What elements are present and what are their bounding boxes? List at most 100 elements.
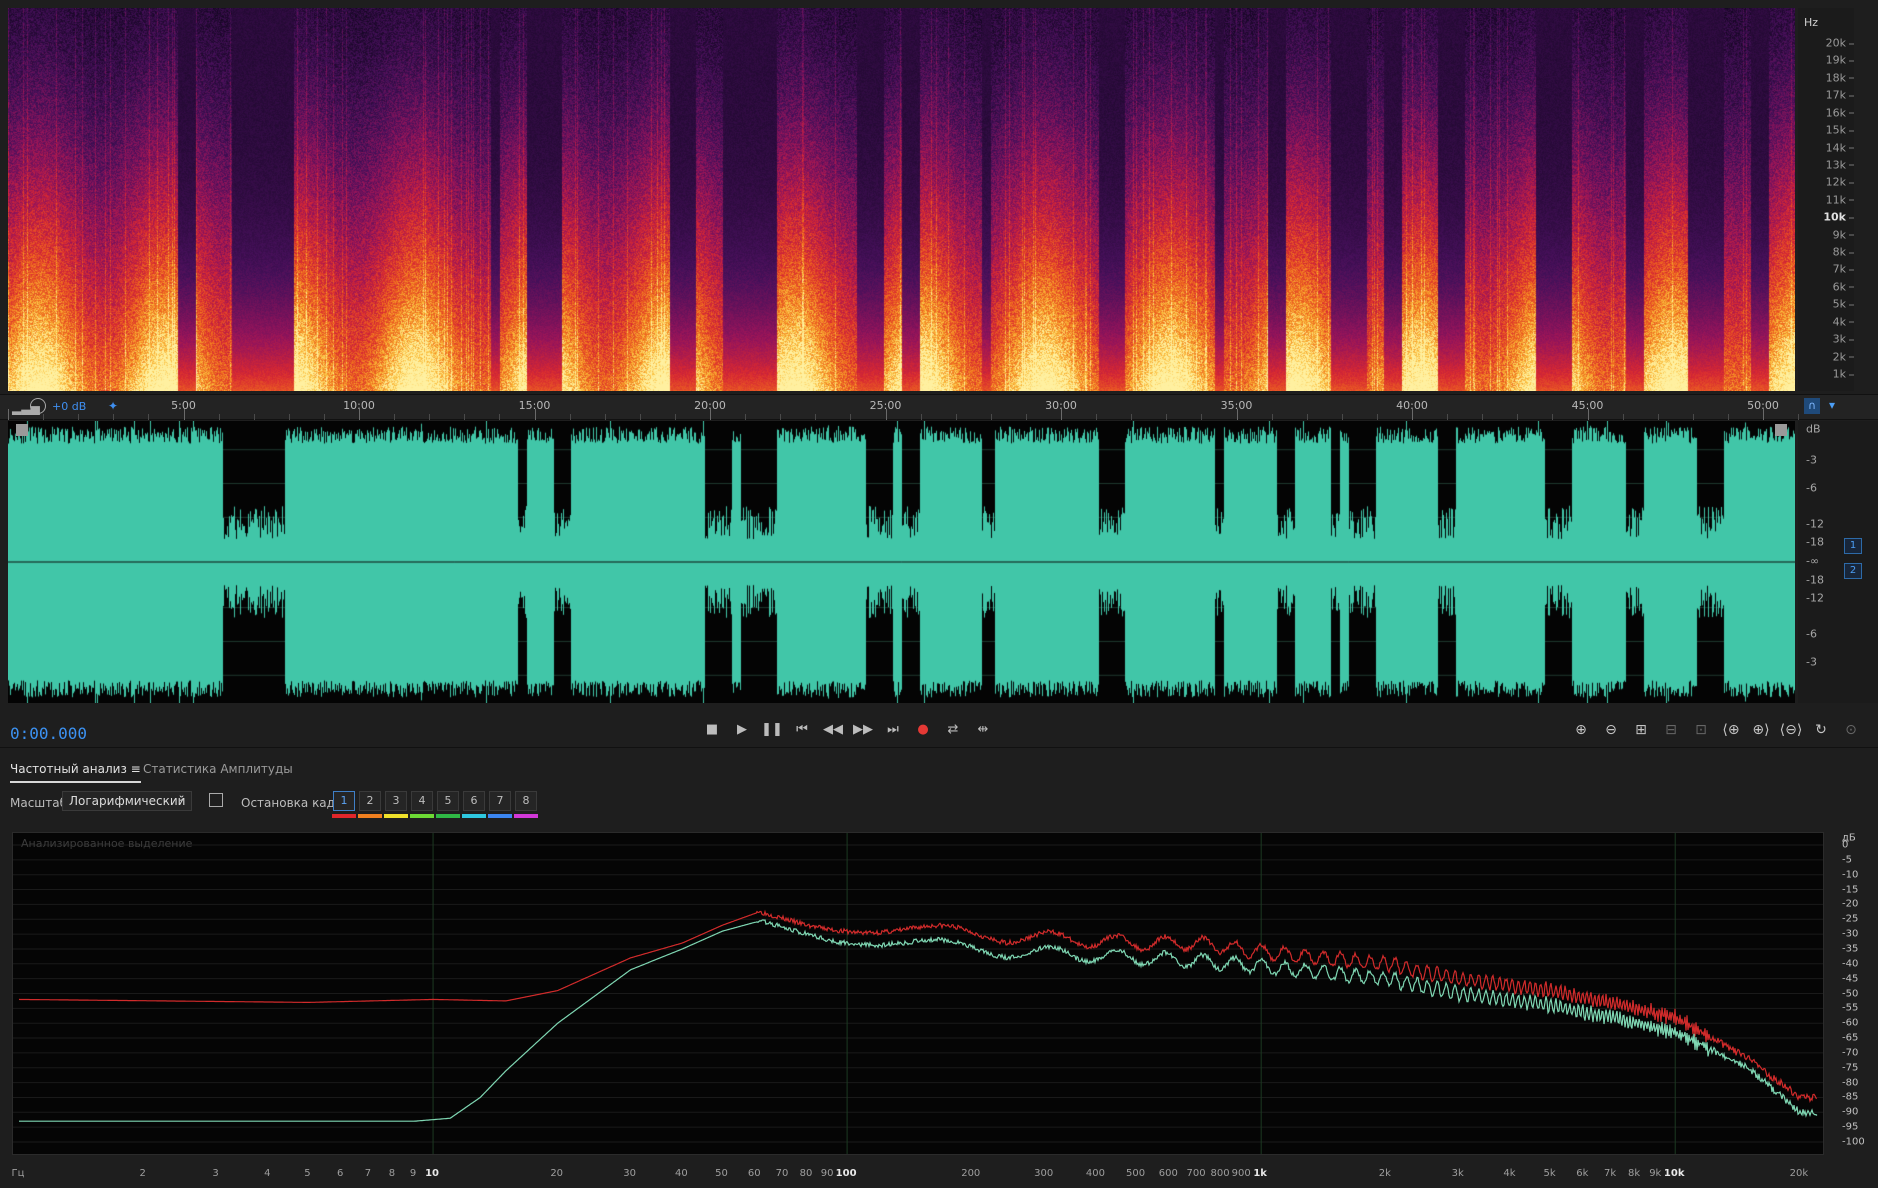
gain-value[interactable]: +0 dB bbox=[52, 400, 86, 413]
amplitude-tick: -12 bbox=[1806, 517, 1824, 531]
freeze-frame-button[interactable]: 8 bbox=[515, 791, 537, 811]
freeze-frame-button[interactable]: 5 bbox=[437, 791, 459, 811]
tab-frequency-analysis[interactable]: Частотный анализ ≡ bbox=[10, 762, 141, 783]
copy-graph-icon[interactable] bbox=[209, 793, 223, 807]
timeline-tick bbox=[1376, 414, 1378, 420]
frequency-tick: 18k bbox=[1825, 71, 1855, 85]
zoom-out-amplitude-icon[interactable]: ⊖ bbox=[1598, 720, 1624, 740]
amplitude-tick: -3 bbox=[1806, 453, 1817, 467]
freeze-frame-button[interactable]: 4 bbox=[411, 791, 433, 811]
timeline-tick bbox=[1131, 414, 1133, 420]
freeze-frame-button[interactable]: 2 bbox=[359, 791, 381, 811]
db-tick: -40 bbox=[1842, 958, 1859, 970]
timeline-tick bbox=[1727, 414, 1729, 420]
freeze-frame-color-bar bbox=[332, 814, 356, 818]
marker-icon[interactable]: ▾ bbox=[1826, 398, 1838, 414]
amplitude-tick: -6 bbox=[1806, 627, 1817, 641]
pause-button[interactable]: ❚❚ bbox=[761, 720, 783, 740]
timeline-ruler[interactable]: ▂▃▅ +0 dB ✦ 5:00 10:00 15:00 20:00 25:00 30:0… bbox=[0, 394, 1878, 420]
frequency-tick: 1k bbox=[1832, 367, 1855, 381]
timeline-tick bbox=[639, 414, 641, 420]
pin-icon[interactable]: ✦ bbox=[108, 399, 118, 413]
timeline-label: 35:00 bbox=[1220, 399, 1253, 412]
db-tick: -10 bbox=[1842, 869, 1859, 881]
zoom-full-icon[interactable]: ⟨⊖⟩ bbox=[1778, 720, 1804, 740]
frequency-tick: 3k bbox=[1832, 332, 1855, 346]
go-to-end-button[interactable]: ⏭ bbox=[882, 720, 904, 740]
gain-knob-icon[interactable] bbox=[30, 398, 46, 414]
go-to-start-button[interactable]: ⏮ bbox=[791, 720, 813, 740]
current-time-display[interactable]: 0:00.000 bbox=[10, 724, 87, 743]
headphones-icon[interactable]: ∩ bbox=[1804, 398, 1820, 414]
zoom-reset-icon[interactable]: ↻ bbox=[1808, 720, 1834, 740]
amplitude-tick: -12 bbox=[1806, 591, 1824, 605]
tab-amplitude-statistics[interactable]: Статистика Амплитуды bbox=[143, 762, 293, 776]
db-tick: -45 bbox=[1842, 973, 1859, 985]
record-button[interactable]: ● bbox=[912, 720, 934, 740]
frequency-tick: 20k bbox=[1825, 36, 1855, 50]
db-tick: -25 bbox=[1842, 913, 1859, 925]
fast-forward-button[interactable]: ▶▶ bbox=[852, 720, 874, 740]
amplitude-tick: -18 bbox=[1806, 535, 1824, 549]
timeline-label: 15:00 bbox=[518, 399, 551, 412]
db-tick: 0 bbox=[1842, 839, 1849, 851]
zoom-extra-icon[interactable]: ⊙ bbox=[1838, 720, 1864, 740]
frequency-x-tick: 5 bbox=[304, 1168, 311, 1179]
db-tick: -90 bbox=[1842, 1106, 1859, 1118]
timeline-tick bbox=[113, 414, 115, 420]
freeze-frame-button[interactable]: 7 bbox=[489, 791, 511, 811]
freeze-frame-color-bar bbox=[436, 814, 460, 818]
zoom-to-selection-icon[interactable]: ⊡ bbox=[1688, 720, 1714, 740]
zoom-in-time-icon[interactable]: ⊞ bbox=[1628, 720, 1654, 740]
freeze-frame-button[interactable]: 1 bbox=[333, 791, 355, 811]
amplitude-tick: -∞ bbox=[1806, 554, 1820, 568]
timeline-tick bbox=[1201, 414, 1203, 420]
timeline-tick bbox=[1692, 414, 1694, 420]
spectrogram-view[interactable] bbox=[8, 8, 1795, 391]
frequency-x-tick: 7 bbox=[364, 1168, 372, 1179]
panel-menu-icon[interactable]: ≡ bbox=[131, 762, 141, 776]
frequency-tick: 5k bbox=[1832, 297, 1855, 311]
frequency-tick: 14k bbox=[1825, 141, 1855, 155]
spectrum-series-2 bbox=[19, 919, 1818, 1122]
frequency-x-tick: 300 bbox=[1034, 1168, 1054, 1179]
frequency-x-tick: 3 bbox=[212, 1168, 219, 1179]
freeze-frame-button[interactable]: 3 bbox=[385, 791, 407, 811]
freeze-frame-button[interactable]: 6 bbox=[463, 791, 485, 811]
frequency-tick: 19k bbox=[1825, 53, 1855, 67]
timeline-tick bbox=[43, 414, 45, 420]
waveform-view[interactable] bbox=[8, 421, 1795, 703]
db-tick: -15 bbox=[1842, 884, 1859, 896]
zoom-in-amplitude-icon[interactable]: ⊕ bbox=[1568, 720, 1594, 740]
timeline-label: 10:00 bbox=[343, 399, 375, 412]
timeline-tick bbox=[1482, 414, 1484, 420]
frequency-analysis-plot[interactable]: Анализированное выделение bbox=[12, 832, 1824, 1155]
zoom-in-left-icon[interactable]: ⟨⊕ bbox=[1718, 720, 1744, 740]
timeline-tick bbox=[394, 414, 396, 420]
frequency-x-tick: 1k bbox=[1253, 1168, 1267, 1179]
waveform-canvas bbox=[8, 421, 1795, 703]
db-tick: -30 bbox=[1842, 928, 1859, 940]
loop-playback-button[interactable]: ⇄ bbox=[942, 720, 964, 740]
frequency-tick: 13k bbox=[1825, 158, 1855, 172]
spectrogram-frequency-ruler: Hz 20k 19k 18k 17k 16k 15k 14k 13k 12k 11k 10k 9k 8k… bbox=[1798, 8, 1855, 391]
stop-button[interactable]: ■ bbox=[701, 720, 723, 740]
zoom-in-right-icon[interactable]: ⊕⟩ bbox=[1748, 720, 1774, 740]
play-button[interactable]: ▶ bbox=[731, 720, 753, 740]
frequency-x-tick: 10k bbox=[1663, 1168, 1685, 1179]
timeline-tick bbox=[1025, 414, 1027, 420]
fade-out-handle-icon[interactable] bbox=[1775, 424, 1787, 436]
frequency-tick: 16k bbox=[1825, 106, 1855, 120]
timeline-tick bbox=[253, 414, 255, 420]
skip-selection-button[interactable]: ⇹ bbox=[972, 720, 994, 740]
rewind-button[interactable]: ◀◀ bbox=[822, 720, 844, 740]
zoom-out-time-icon[interactable]: ⊟ bbox=[1658, 720, 1684, 740]
channel-1-toggle[interactable]: 1 bbox=[1844, 538, 1862, 554]
timeline-tick bbox=[674, 414, 676, 420]
db-tick: -5 bbox=[1842, 854, 1852, 866]
frequency-tick: 17k bbox=[1825, 88, 1855, 102]
channel-2-toggle[interactable]: 2 bbox=[1844, 563, 1862, 579]
db-tick: -70 bbox=[1842, 1047, 1859, 1059]
fade-in-handle-icon[interactable] bbox=[16, 424, 28, 436]
scale-select[interactable]: Логарифмический ⌄ bbox=[62, 791, 192, 811]
